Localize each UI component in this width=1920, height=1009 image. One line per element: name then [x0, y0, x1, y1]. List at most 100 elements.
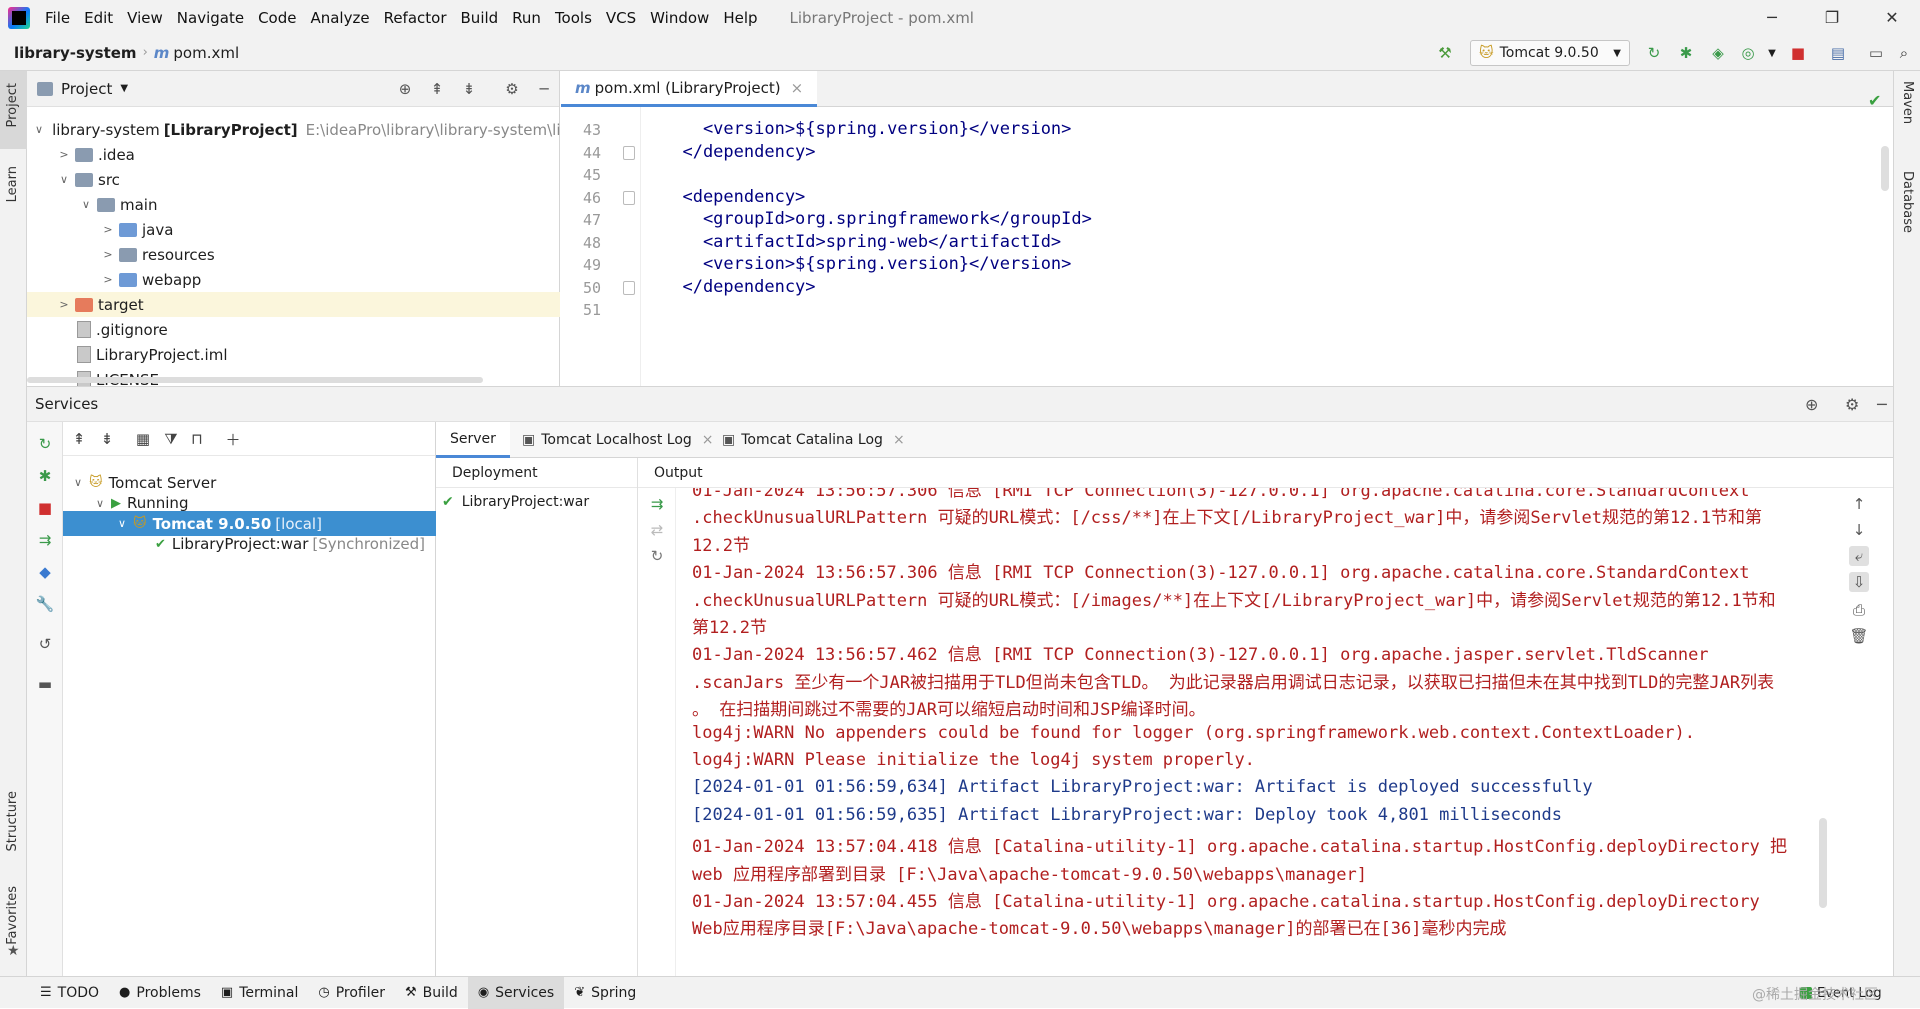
- hide-panel-icon[interactable]: ─: [534, 79, 554, 99]
- chevron-down-icon[interactable]: ∨: [93, 497, 107, 510]
- fold-marker-icon[interactable]: [623, 190, 635, 205]
- statusbar-spring[interactable]: ❦ Spring: [564, 977, 646, 1009]
- menu-view[interactable]: View: [120, 9, 170, 27]
- tool-window-learn[interactable]: Learn: [5, 166, 20, 202]
- group-services-icon[interactable]: ▦: [133, 429, 153, 449]
- scroll-to-end-icon[interactable]: ⇩: [1849, 572, 1869, 592]
- hide-panel-icon[interactable]: ─: [1877, 395, 1887, 414]
- menu-run[interactable]: Run: [505, 9, 548, 27]
- deploy-icon[interactable]: ⇉: [35, 530, 55, 550]
- statusbar-services[interactable]: ◉ Services: [467, 976, 565, 1009]
- gear-icon[interactable]: ⚙: [1845, 395, 1859, 414]
- minimize-button[interactable]: ─: [1744, 0, 1800, 35]
- stop-icon[interactable]: ■: [35, 498, 55, 518]
- clear-all-icon[interactable]: 🗑: [1849, 626, 1869, 646]
- close-window-button[interactable]: ✕: [1864, 0, 1920, 35]
- menu-edit[interactable]: Edit: [77, 9, 120, 27]
- artifacts-icon[interactable]: ◆: [35, 562, 55, 582]
- restore-button[interactable]: ❐: [1804, 0, 1860, 35]
- statusbar-terminal[interactable]: ▣ Terminal: [211, 977, 308, 1009]
- menu-navigate[interactable]: Navigate: [170, 9, 251, 27]
- rerun-icon[interactable]: ↻: [35, 434, 55, 454]
- run-anything-icon[interactable]: ▭: [1866, 43, 1886, 63]
- vertical-scrollbar[interactable]: [1881, 146, 1889, 191]
- project-tree-item[interactable]: > .idea: [27, 142, 560, 167]
- deploy-all-icon[interactable]: ⇉: [647, 494, 667, 514]
- tool-window-favorites[interactable]: Favorites: [5, 886, 20, 945]
- gear-icon[interactable]: ⚙: [502, 79, 522, 99]
- project-tree-item[interactable]: > java: [27, 217, 560, 242]
- more-run-chevron-icon[interactable]: ▼: [1762, 43, 1782, 63]
- tool-window-structure[interactable]: Structure: [5, 791, 20, 851]
- tab-pom-xml[interactable]: m pom.xml (LibraryProject) ×: [561, 71, 818, 107]
- service-tree-item[interactable]: ✔ LibraryProject:war [Synchronized]: [63, 532, 436, 557]
- layout-icon[interactable]: ▬: [35, 674, 55, 694]
- console-scrollbar[interactable]: [1819, 818, 1827, 908]
- project-tree-item[interactable]: > resources: [27, 242, 560, 267]
- menu-code[interactable]: Code: [251, 9, 303, 27]
- tab-tomcat-catalina-log[interactable]: ▣ Tomcat Catalina Log ×: [708, 422, 919, 458]
- coverage-icon[interactable]: ◈: [1708, 43, 1728, 63]
- refresh-icon[interactable]: ↺: [35, 634, 55, 654]
- chevron-down-icon[interactable]: ∨: [79, 198, 93, 211]
- chevron-right-icon[interactable]: >: [101, 248, 115, 261]
- chevron-down-icon[interactable]: ∨: [57, 173, 71, 186]
- horizontal-scrollbar[interactable]: [27, 377, 483, 383]
- menu-analyze[interactable]: Analyze: [303, 9, 376, 27]
- tab-tomcat-localhost-log[interactable]: ▣ Tomcat Localhost Log ×: [508, 422, 728, 458]
- menu-tools[interactable]: Tools: [548, 9, 599, 27]
- chevron-down-icon[interactable]: ∨: [115, 517, 129, 530]
- run-configuration-select[interactable]: 🐱 Tomcat 9.0.50 ▼: [1470, 40, 1630, 66]
- chevron-right-icon[interactable]: >: [57, 298, 71, 311]
- project-tree-item[interactable]: ∨ library-system [LibraryProject] E:\ideaPr…: [27, 117, 606, 142]
- collapse-all-icon[interactable]: ⇟: [459, 79, 479, 99]
- filter-icon[interactable]: ⧩: [161, 429, 181, 449]
- project-tree-item[interactable]: ∨ src: [27, 167, 560, 192]
- chevron-right-icon[interactable]: >: [101, 223, 115, 236]
- tool-window-maven[interactable]: Maven: [1900, 81, 1915, 124]
- statusbar-todo[interactable]: ☰ TODO: [30, 977, 109, 1009]
- chevron-down-icon[interactable]: ∨: [35, 123, 43, 136]
- menu-refactor[interactable]: Refactor: [377, 9, 454, 27]
- project-tree-item[interactable]: .gitignore: [27, 317, 560, 342]
- refresh-icon[interactable]: ↻: [647, 546, 667, 566]
- menu-help[interactable]: Help: [716, 9, 764, 27]
- scroll-up-icon[interactable]: ↑: [1849, 494, 1869, 514]
- project-tree-item[interactable]: LibraryProject.iml: [27, 342, 560, 367]
- project-tree-item[interactable]: > webapp: [27, 267, 560, 292]
- project-tree-item[interactable]: > target: [27, 292, 560, 317]
- soft-wrap-icon[interactable]: ⤶: [1849, 546, 1869, 566]
- statusbar-problems[interactable]: ● Problems: [109, 977, 211, 1009]
- fold-marker-icon[interactable]: [623, 280, 635, 295]
- breadcrumb-project[interactable]: library-system: [0, 44, 137, 62]
- menu-build[interactable]: Build: [454, 9, 506, 27]
- undeploy-icon[interactable]: ⇄: [647, 520, 667, 540]
- locate-icon[interactable]: ⊕: [1805, 395, 1818, 414]
- chevron-down-icon[interactable]: ▼: [120, 83, 128, 94]
- tool-window-database[interactable]: Database: [1900, 171, 1915, 233]
- fold-marker-icon[interactable]: [623, 145, 635, 160]
- chevron-down-icon[interactable]: ∨: [71, 476, 85, 489]
- build-hammer-icon[interactable]: ⚒: [1435, 43, 1455, 63]
- collapse-all-icon[interactable]: ⇟: [97, 429, 117, 449]
- locate-file-icon[interactable]: ⊕: [395, 79, 415, 99]
- project-tree-item[interactable]: ∨ main: [27, 192, 560, 217]
- statusbar-build[interactable]: ⚒ Build: [395, 977, 468, 1009]
- scroll-down-icon[interactable]: ↓: [1849, 520, 1869, 540]
- tab-close-icon[interactable]: ×: [893, 432, 905, 448]
- expand-all-icon[interactable]: ⇞: [427, 79, 447, 99]
- tool-window-project[interactable]: Project: [5, 83, 20, 127]
- debug-icon[interactable]: ✱: [35, 466, 55, 486]
- wrench-icon[interactable]: 🔧: [35, 594, 55, 614]
- project-view-select[interactable]: Project: [61, 80, 112, 98]
- search-everywhere-icon[interactable]: ⌕: [1894, 43, 1914, 63]
- tab-close-icon[interactable]: ×: [791, 79, 804, 97]
- profile-icon[interactable]: ◎: [1738, 43, 1758, 63]
- deployment-item[interactable]: ✔ LibraryProject:war: [442, 494, 589, 510]
- debug-icon[interactable]: ✱: [1676, 43, 1696, 63]
- menu-window[interactable]: Window: [643, 9, 716, 27]
- tab-server[interactable]: Server: [436, 422, 510, 458]
- project-structure-icon[interactable]: ▤: [1828, 43, 1848, 63]
- rerun-icon[interactable]: ↻: [1644, 43, 1664, 63]
- inspection-ok-check-icon[interactable]: ✔: [1868, 91, 1881, 110]
